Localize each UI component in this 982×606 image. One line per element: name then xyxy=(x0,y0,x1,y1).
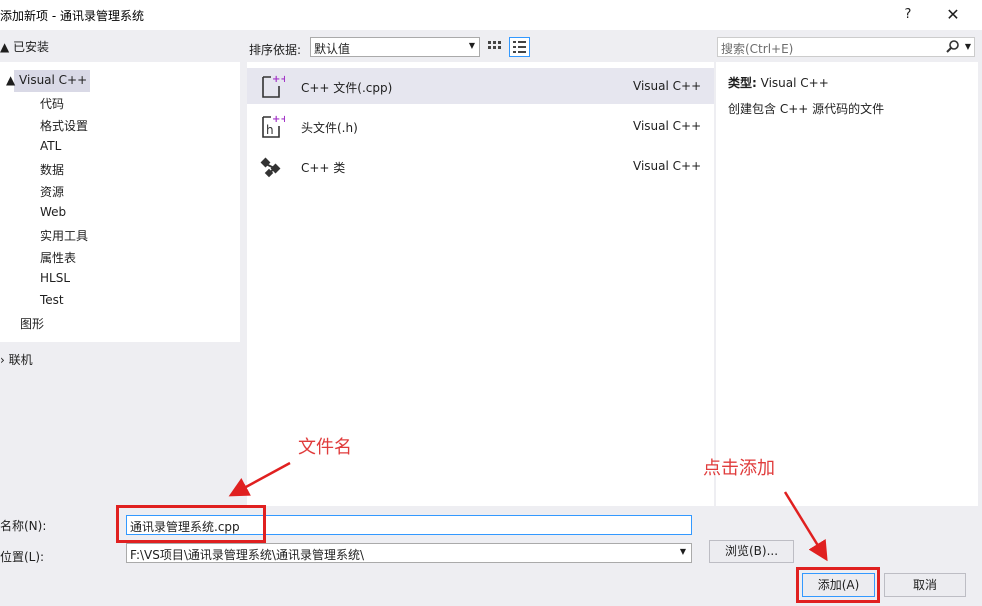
type-label: 类型: xyxy=(728,76,757,90)
name-label: 名称(N): xyxy=(0,519,47,533)
tree-item-code[interactable]: 代码 xyxy=(40,95,64,112)
location-dropdown[interactable]: F:\VS项目\通讯录管理系统\通讯录管理系统\ ▼ xyxy=(126,543,692,563)
online-section-header[interactable]: › 联机 xyxy=(0,351,33,368)
chevron-down-icon[interactable]: ▼ xyxy=(965,42,971,51)
tree-item-hlsl[interactable]: HLSL xyxy=(40,271,70,285)
search-placeholder: 搜索(Ctrl+E) xyxy=(721,42,794,56)
dialog-title: 添加新项 - 通讯录管理系统 xyxy=(0,9,144,23)
annotation-filename: 文件名 xyxy=(298,437,352,458)
template-language: Visual C++ xyxy=(633,119,702,133)
svg-text:++: ++ xyxy=(272,74,285,85)
tree-item-test[interactable]: Test xyxy=(40,293,64,307)
tree-item-property-sheet[interactable]: 属性表 xyxy=(40,249,76,266)
sort-by-dropdown[interactable]: 默认值 ▼ xyxy=(310,37,480,57)
tree-item-formatting[interactable]: 格式设置 xyxy=(40,117,88,134)
help-button[interactable]: ? xyxy=(896,4,920,26)
tree-item-data[interactable]: 数据 xyxy=(40,161,64,178)
tree-item-web[interactable]: Web xyxy=(40,205,66,219)
location-label: 位置(L): xyxy=(0,550,45,564)
grid-view-button[interactable] xyxy=(485,37,505,57)
list-view-button[interactable] xyxy=(509,37,530,57)
search-icon xyxy=(946,40,959,53)
sort-by-label: 排序依据: xyxy=(249,43,302,57)
installed-section-header[interactable]: ▲ 已安装 xyxy=(0,38,49,56)
search-input[interactable]: 搜索(Ctrl+E) ▼ xyxy=(717,37,975,57)
template-row-cpp-class[interactable]: C++ 类 Visual C++ xyxy=(247,148,714,184)
tree-item-graphics[interactable]: 图形 xyxy=(20,315,44,332)
template-language: Visual C++ xyxy=(633,79,702,93)
class-icon xyxy=(260,157,281,178)
title-bar xyxy=(0,0,982,30)
template-category-tree xyxy=(0,62,240,342)
chevron-down-icon: ▼ xyxy=(679,547,686,556)
type-value: Visual C++ xyxy=(760,76,829,90)
list-view-icon xyxy=(513,41,526,53)
template-name: 头文件(.h) xyxy=(301,121,358,135)
browse-button[interactable]: 浏览(B)... xyxy=(709,540,794,563)
tree-item-visual-cpp[interactable]: ▲ Visual C++ xyxy=(6,73,87,87)
tree-item-resource[interactable]: 资源 xyxy=(40,183,64,200)
sort-by-value: 默认值 xyxy=(314,42,351,56)
chevron-down-icon: ▼ xyxy=(468,41,475,50)
template-type: 类型: Visual C++ xyxy=(728,74,829,91)
svg-text:++: ++ xyxy=(272,114,285,125)
cancel-button[interactable]: 取消 xyxy=(884,573,966,597)
template-name: C++ 类 xyxy=(301,161,346,175)
tree-item-utility[interactable]: 实用工具 xyxy=(40,227,88,244)
tree-item-atl[interactable]: ATL xyxy=(40,139,61,153)
grid-view-icon xyxy=(488,41,501,49)
annotation-click-add: 点击添加 xyxy=(703,458,775,479)
template-details-panel: 类型: Visual C++ 创建包含 C++ 源代码的文件 xyxy=(716,62,978,506)
template-name: C++ 文件(.cpp) xyxy=(301,81,393,95)
template-language: Visual C++ xyxy=(633,159,702,173)
add-button-highlight xyxy=(796,567,880,603)
name-field-highlight xyxy=(116,505,266,543)
header-file-icon: h ++ xyxy=(262,114,285,138)
close-button[interactable]: ✕ xyxy=(940,3,966,27)
svg-text:h: h xyxy=(266,123,274,137)
template-row-header-file[interactable]: h ++ 头文件(.h) Visual C++ xyxy=(247,108,714,144)
cpp-file-icon: ++ xyxy=(262,74,285,98)
template-row-cpp-file[interactable]: ++ C++ 文件(.cpp) Visual C++ xyxy=(247,68,714,104)
location-value: F:\VS项目\通讯录管理系统\通讯录管理系统\ xyxy=(130,548,365,562)
template-description: 创建包含 C++ 源代码的文件 xyxy=(728,102,885,116)
